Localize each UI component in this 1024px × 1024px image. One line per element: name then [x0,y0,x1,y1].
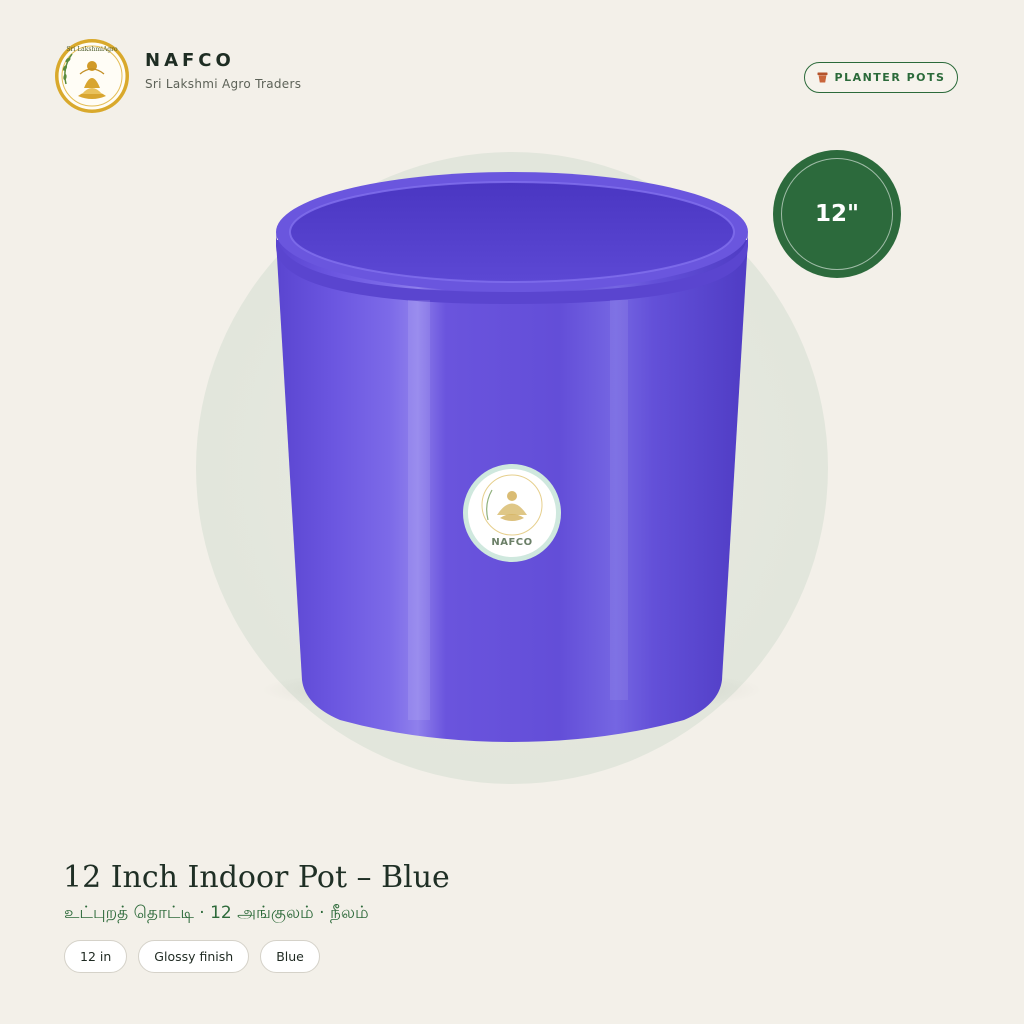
sticker-label: NAFCO [491,537,532,548]
chip-finish[interactable]: Glossy finish [138,940,250,973]
product-title: 12 Inch Indoor Pot – Blue [63,860,450,895]
product-chips: 12 in Glossy finish Blue [64,940,320,973]
product-subtitle: உட்புறத் தொட்டி · 12 அங்குலம் · நீலம் [64,903,369,923]
pot-sticker: NAFCO [463,464,561,562]
chip-size[interactable]: 12 in [64,940,128,973]
chip-color[interactable]: Blue [260,940,320,973]
size-badge-label: 12" [815,201,859,227]
size-badge: 12" [773,150,901,278]
